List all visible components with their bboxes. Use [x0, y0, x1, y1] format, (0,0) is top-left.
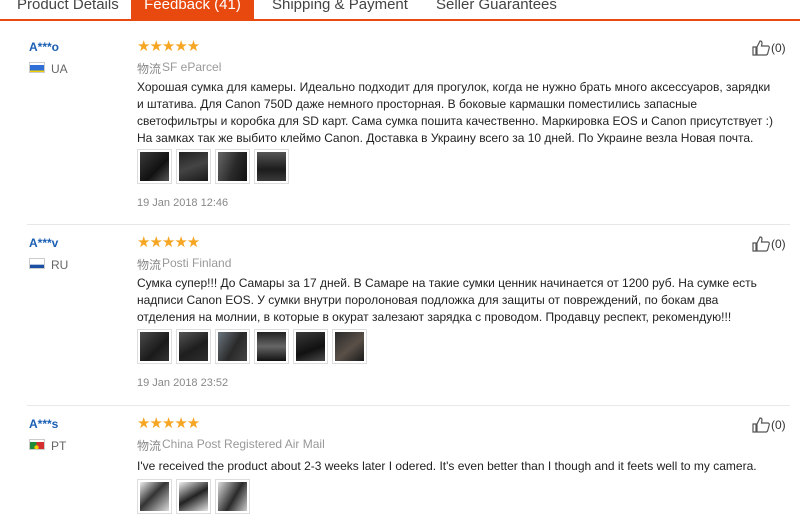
review-photo-thumbnail[interactable] [137, 479, 172, 514]
review-photos [137, 149, 289, 184]
thumbs-up-icon [752, 417, 770, 433]
rating-stars: ★★★★★ [137, 38, 200, 55]
portugal-flag-icon [29, 439, 45, 450]
tab-product-details[interactable]: Product Details [17, 0, 119, 21]
reviewer-name: A***v [29, 236, 59, 250]
review-text: Хорошая сумка для камеры. Идеально подхо… [137, 80, 774, 145]
review-photos [137, 479, 250, 514]
feedback-tab-bar: Product Details Feedback (41) Shipping &… [0, 0, 800, 21]
thumbs-up-icon [752, 236, 770, 252]
review-photo-thumbnail[interactable] [137, 149, 172, 184]
tab-seller-guarantees[interactable]: Seller Guarantees [436, 0, 557, 21]
ukraine-flag-icon [29, 62, 45, 73]
helpful-count: (0) [771, 418, 786, 432]
review-photo-thumbnail[interactable] [176, 479, 211, 514]
review-photo-thumbnail[interactable] [215, 479, 250, 514]
shipping-method: Posti Finland [162, 256, 232, 270]
logistics-label: 物流 [137, 439, 162, 453]
rating-stars: ★★★★★ [137, 234, 200, 251]
review-photo-thumbnail[interactable] [254, 149, 289, 184]
logistics-label: 物流 [137, 258, 162, 272]
tab-shipping-payment[interactable]: Shipping & Payment [272, 0, 408, 21]
review-text: Сумка супер!!! До Самары за 17 дней. В С… [137, 276, 757, 324]
logistics-label: 物流 [137, 62, 162, 76]
helpful-count: (0) [771, 41, 786, 55]
review-photo-thumbnail[interactable] [137, 329, 172, 364]
helpful-count: (0) [771, 237, 786, 251]
shipping-method: SF eParcel [162, 60, 222, 74]
review-photo-thumbnail[interactable] [176, 329, 211, 364]
review-photo-thumbnail[interactable] [215, 149, 250, 184]
review-photo-thumbnail[interactable] [176, 149, 211, 184]
thumbs-up-icon [752, 40, 770, 56]
review-divider [27, 405, 790, 406]
review-date: 19 Jan 2018 23:52 [137, 377, 229, 389]
review-photos [137, 329, 367, 364]
helpful-button[interactable]: (0) [752, 236, 786, 252]
rating-stars: ★★★★★ [137, 415, 200, 432]
tab-feedback[interactable]: Feedback (41) [131, 0, 254, 21]
review-text: I've received the product about 2-3 week… [137, 459, 757, 473]
russia-flag-icon [29, 258, 45, 269]
review-photo-thumbnail[interactable] [254, 329, 289, 364]
reviewer-country: PT [51, 439, 67, 453]
helpful-button[interactable]: (0) [752, 40, 786, 56]
shipping-method: China Post Registered Air Mail [162, 437, 325, 451]
review-photo-thumbnail[interactable] [332, 329, 367, 364]
review-date: 19 Jan 2018 12:46 [137, 197, 229, 209]
review-divider [27, 224, 790, 225]
reviewer-name: A***o [29, 40, 60, 54]
reviewer-country: RU [51, 258, 69, 272]
review-photo-thumbnail[interactable] [215, 329, 250, 364]
review-photo-thumbnail[interactable] [293, 329, 328, 364]
helpful-button[interactable]: (0) [752, 417, 786, 433]
reviewer-name: A***s [29, 417, 59, 431]
reviewer-country: UA [51, 62, 68, 76]
